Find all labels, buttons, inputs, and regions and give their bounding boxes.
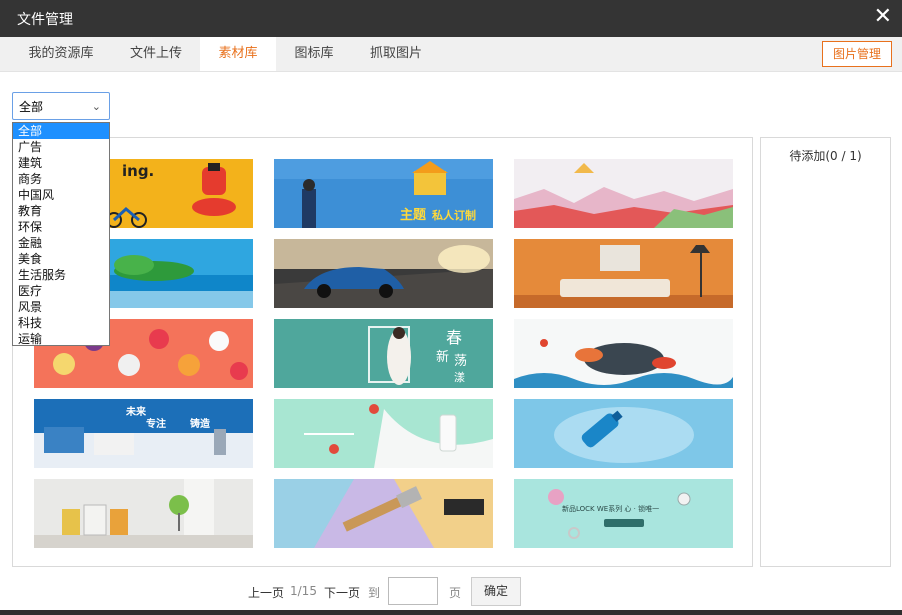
- thumb-text: 私人订制: [432, 208, 476, 222]
- category-option[interactable]: 广告: [13, 139, 109, 155]
- thumbnail-spring-fashion[interactable]: 春 新 荡 漾: [274, 319, 493, 388]
- thumb-text: ing.: [122, 162, 154, 180]
- tab-icon-library[interactable]: 图标库: [276, 37, 352, 71]
- thumbnail-blue-car[interactable]: [274, 239, 493, 308]
- thumb-text: 专注: [146, 417, 166, 430]
- image-manage-button[interactable]: 图片管理: [822, 41, 892, 67]
- thumb-text: 未来: [125, 405, 147, 418]
- tab-file-upload[interactable]: 文件上传: [110, 37, 202, 71]
- pending-panel: 待添加(0 / 1): [760, 137, 891, 567]
- dialog-title: 文件管理: [17, 12, 73, 28]
- category-option[interactable]: 中国风: [13, 187, 109, 203]
- thumb-text: 漾: [454, 370, 465, 384]
- category-option[interactable]: 运输: [13, 331, 109, 347]
- thumbnail-water-bottle[interactable]: [514, 399, 733, 468]
- tab-my-library[interactable]: 我的资源库: [12, 37, 110, 71]
- thumbnail-milk-splash[interactable]: [274, 399, 493, 468]
- page-unit-label: 页: [449, 586, 462, 600]
- chevron-down-icon: ⌄: [91, 100, 101, 113]
- category-option[interactable]: 美食: [13, 251, 109, 267]
- category-option[interactable]: 环保: [13, 219, 109, 235]
- thumbnail-business-focus[interactable]: 未来 专注 铸造: [34, 399, 253, 468]
- pending-count: 待添加(0 / 1): [789, 149, 862, 163]
- thumb-text: 新: [436, 349, 449, 365]
- page-number-input[interactable]: [388, 577, 438, 605]
- next-page-link[interactable]: 下一页: [324, 584, 360, 601]
- thumbnail-living-room-mockup[interactable]: [514, 239, 733, 308]
- category-select-value: 全部: [19, 100, 44, 114]
- thumbnail-theme-custom[interactable]: 主题 私人订制: [274, 159, 493, 228]
- tab-material-library[interactable]: 素材库: [200, 37, 276, 71]
- category-select[interactable]: 全部 ⌄: [12, 92, 110, 120]
- prev-page-link[interactable]: 上一页: [248, 584, 284, 601]
- category-option[interactable]: 金融: [13, 235, 109, 251]
- category-option[interactable]: 风景: [13, 299, 109, 315]
- thumb-text: 新品LOCK WE系列 心 · 锁唯一: [562, 504, 659, 513]
- thumbnail-mint-accessories[interactable]: 新品LOCK WE系列 心 · 锁唯一: [514, 479, 733, 548]
- thumbnail-paint-brushes[interactable]: [274, 479, 493, 548]
- category-option[interactable]: 教育: [13, 203, 109, 219]
- category-option[interactable]: 科技: [13, 315, 109, 331]
- dialog-bottom-edge: [0, 610, 902, 615]
- confirm-button[interactable]: 确定: [471, 577, 521, 606]
- category-option[interactable]: 生活服务: [13, 267, 109, 283]
- close-icon[interactable]: ✕: [874, 5, 892, 29]
- thumbnail-seafood[interactable]: [514, 319, 733, 388]
- tab-bar: 我的资源库 文件上传 素材库 图标库 抓取图片 图片管理: [0, 37, 902, 72]
- material-grid-panel: ing. 主题 私人订制 春 新 荡 漾 未来 专注 铸造 新品LOCK WE系…: [12, 137, 753, 567]
- thumbnail-paint-cans[interactable]: [34, 479, 253, 548]
- pagination: 上一页 1/15 下一页 到 页 确定: [0, 575, 902, 607]
- thumbnail-lowpoly-cheering[interactable]: [514, 159, 733, 228]
- page-indicator: 1/15: [290, 584, 317, 598]
- category-option[interactable]: 商务: [13, 171, 109, 187]
- thumb-text: 荡: [454, 354, 467, 369]
- dialog-titlebar: 文件管理 ✕: [0, 0, 902, 37]
- category-dropdown: 全部 广告 建筑 商务 中国风 教育 环保 金融 美食 生活服务 医疗 风景 科…: [12, 122, 110, 346]
- thumb-text: 主题: [400, 207, 427, 223]
- category-option[interactable]: 全部: [13, 123, 109, 139]
- category-option[interactable]: 医疗: [13, 283, 109, 299]
- thumb-text: 铸造: [190, 417, 211, 430]
- tab-fetch-image[interactable]: 抓取图片: [352, 37, 440, 71]
- thumb-text: 春: [446, 328, 462, 347]
- category-option[interactable]: 建筑: [13, 155, 109, 171]
- goto-label: 到: [368, 586, 381, 600]
